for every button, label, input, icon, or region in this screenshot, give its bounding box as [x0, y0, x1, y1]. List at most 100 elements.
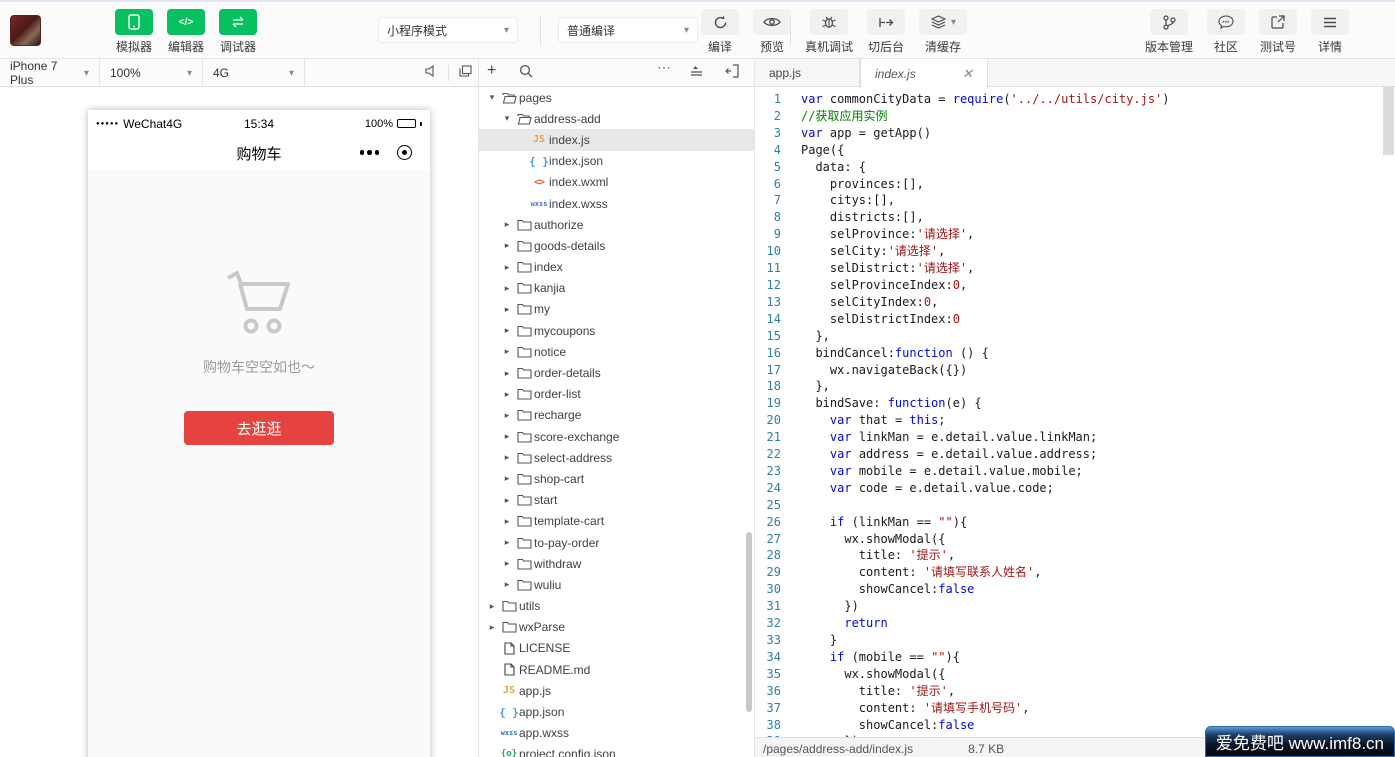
tree-item-app.js[interactable]: JSapp.js	[479, 680, 754, 701]
more-icon[interactable]: ⋯	[657, 59, 672, 76]
menu-dots-icon[interactable]	[360, 150, 380, 155]
chevron-closed-icon[interactable]: ▸	[500, 516, 514, 527]
chevron-closed-icon[interactable]: ▸	[485, 622, 499, 633]
code-line: provinces:[],	[801, 176, 1170, 193]
tree-item-start[interactable]: ▸start	[479, 490, 754, 511]
background-switch-button[interactable]: 切后台	[867, 9, 905, 55]
tree-item-kanjia[interactable]: ▸kanjia	[479, 278, 754, 299]
tree-item-select-address[interactable]: ▸select-address	[479, 447, 754, 468]
tree-item-utils[interactable]: ▸utils	[479, 596, 754, 617]
chevron-closed-icon[interactable]: ▸	[500, 240, 514, 251]
remote-debug-button[interactable]: 真机调试	[805, 9, 853, 55]
chevron-closed-icon[interactable]: ▸	[500, 431, 514, 442]
tree-item-mycoupons[interactable]: ▸mycoupons	[479, 320, 754, 341]
tree-item-recharge[interactable]: ▸recharge	[479, 405, 754, 426]
search-icon[interactable]	[519, 64, 533, 83]
tree-scrollbar[interactable]	[746, 532, 752, 712]
tree-item-index.json[interactable]: { }index.json	[479, 151, 754, 172]
editor-toggle-button[interactable]: </> 编辑器	[167, 9, 205, 55]
code-editor[interactable]: 1234567891011121314151617181920212223242…	[755, 87, 1395, 737]
chevron-closed-icon[interactable]: ▸	[500, 346, 514, 357]
debugger-toggle-button[interactable]: 调试器	[219, 9, 257, 55]
tree-item-notice[interactable]: ▸notice	[479, 341, 754, 362]
chevron-closed-icon[interactable]: ▸	[500, 537, 514, 548]
chevron-closed-icon[interactable]: ▸	[500, 558, 514, 569]
clear-cache-button[interactable]: ▾ 清缓存	[919, 9, 967, 55]
tree-item-address-add[interactable]: ▾ address-add	[479, 108, 754, 129]
chevron-closed-icon[interactable]: ▸	[500, 304, 514, 315]
compile-mode-select[interactable]: 普通编译 ▾	[558, 17, 698, 43]
tree-item-withdraw[interactable]: ▸withdraw	[479, 553, 754, 574]
tab-app-js[interactable]: app.js	[755, 59, 860, 87]
tree-item-my[interactable]: ▸my	[479, 299, 754, 320]
tree-item-LICENSE[interactable]: LICENSE	[479, 638, 754, 659]
tree-item-README.md[interactable]: README.md	[479, 659, 754, 680]
eye-icon	[763, 16, 781, 28]
code-line: showCancel:false	[801, 717, 1170, 734]
chevron-closed-icon[interactable]: ▸	[500, 579, 514, 590]
test-account-button[interactable]: 测试号	[1259, 9, 1297, 55]
mode-select[interactable]: 小程序模式 ▾	[378, 17, 518, 43]
details-button[interactable]: 详情	[1311, 9, 1349, 55]
version-manage-button[interactable]: 版本管理	[1145, 9, 1193, 55]
chevron-open-icon[interactable]: ▾	[485, 92, 499, 103]
tree-item-app.wxss[interactable]: wxssapp.wxss	[479, 723, 754, 744]
sound-icon[interactable]	[425, 64, 438, 82]
tree-item-template-cart[interactable]: ▸template-cart	[479, 511, 754, 532]
chevron-closed-icon[interactable]: ▸	[500, 495, 514, 506]
tree-item-index.wxss[interactable]: wxssindex.wxss	[479, 193, 754, 214]
chevron-closed-icon[interactable]: ▸	[500, 262, 514, 273]
preview-button[interactable]: 预览	[753, 9, 791, 55]
chevron-closed-icon[interactable]: ▸	[500, 389, 514, 400]
chevron-closed-icon[interactable]: ▸	[500, 325, 514, 336]
chevron-closed-icon[interactable]: ▸	[485, 601, 499, 612]
network-select[interactable]: 4G ▾	[203, 59, 305, 87]
close-icon[interactable]: ✕	[962, 66, 973, 82]
tree-item-shop-cart[interactable]: ▸shop-cart	[479, 468, 754, 489]
tree-item-label: address-add	[534, 112, 601, 126]
community-button[interactable]: 社区	[1207, 9, 1245, 55]
tree-item-index[interactable]: ▸index	[479, 257, 754, 278]
tree-item-wuliu[interactable]: ▸wuliu	[479, 574, 754, 595]
tree-item-order-details[interactable]: ▸order-details	[479, 362, 754, 383]
debugger-label: 调试器	[220, 38, 256, 55]
tree-item-app.json[interactable]: { }app.json	[479, 701, 754, 722]
folder-icon	[514, 282, 534, 294]
go-shopping-button[interactable]: 去逛逛	[184, 411, 334, 445]
tree-item-to-pay-order[interactable]: ▸to-pay-order	[479, 532, 754, 553]
compile-button[interactable]: 编译	[701, 9, 739, 55]
tree-item-pages[interactable]: ▾pages	[479, 87, 754, 108]
tree-item-authorize[interactable]: ▸authorize	[479, 214, 754, 235]
collapse-all-icon[interactable]	[725, 64, 739, 83]
tree-item-index.wxml[interactable]: <>index.wxml	[479, 172, 754, 193]
tree-item-goods-details[interactable]: ▸goods-details	[479, 235, 754, 256]
tree-item-label: app.wxss	[519, 726, 569, 740]
editor-scrollbar[interactable]	[1383, 87, 1394, 155]
tree-item-project.config.json[interactable]: {o}project.config.json	[479, 744, 754, 757]
chevron-closed-icon[interactable]: ▸	[500, 452, 514, 463]
chevron-closed-icon[interactable]: ▸	[500, 410, 514, 421]
user-avatar[interactable]	[10, 15, 41, 46]
simulator-toggle-button[interactable]: 模拟器	[115, 9, 153, 55]
add-file-icon[interactable]: +	[487, 62, 496, 80]
debug-group: 真机调试 切后台 ▾ 清缓存	[798, 9, 974, 55]
scale-select[interactable]: 100% ▾	[100, 59, 203, 87]
tree-item-index.js[interactable]: JSindex.js	[479, 129, 754, 150]
chevron-closed-icon[interactable]: ▸	[500, 219, 514, 230]
tree-item-order-list[interactable]: ▸ order-list	[479, 384, 754, 405]
sort-icon[interactable]	[689, 64, 704, 82]
device-select[interactable]: iPhone 7 Plus ▾	[0, 59, 100, 87]
chevron-down-icon: ▾	[84, 68, 89, 79]
tree-item-label: order-list	[534, 387, 581, 401]
chevron-closed-icon[interactable]: ▸	[500, 368, 514, 379]
chevron-closed-icon[interactable]: ▸	[500, 473, 514, 484]
chevron-open-icon[interactable]: ▾	[500, 113, 514, 124]
folder-icon	[514, 473, 534, 485]
chevron-closed-icon[interactable]: ▸	[500, 283, 514, 294]
tree-item-wxParse[interactable]: ▸wxParse	[479, 617, 754, 638]
detach-window-icon[interactable]	[459, 64, 472, 82]
code-line: selDistrict:'请选择',	[801, 260, 1170, 277]
tab-index-js[interactable]: index.js ✕	[860, 59, 988, 88]
tree-item-score-exchange[interactable]: ▸score-exchange	[479, 426, 754, 447]
minimize-capsule-icon[interactable]	[397, 145, 412, 160]
